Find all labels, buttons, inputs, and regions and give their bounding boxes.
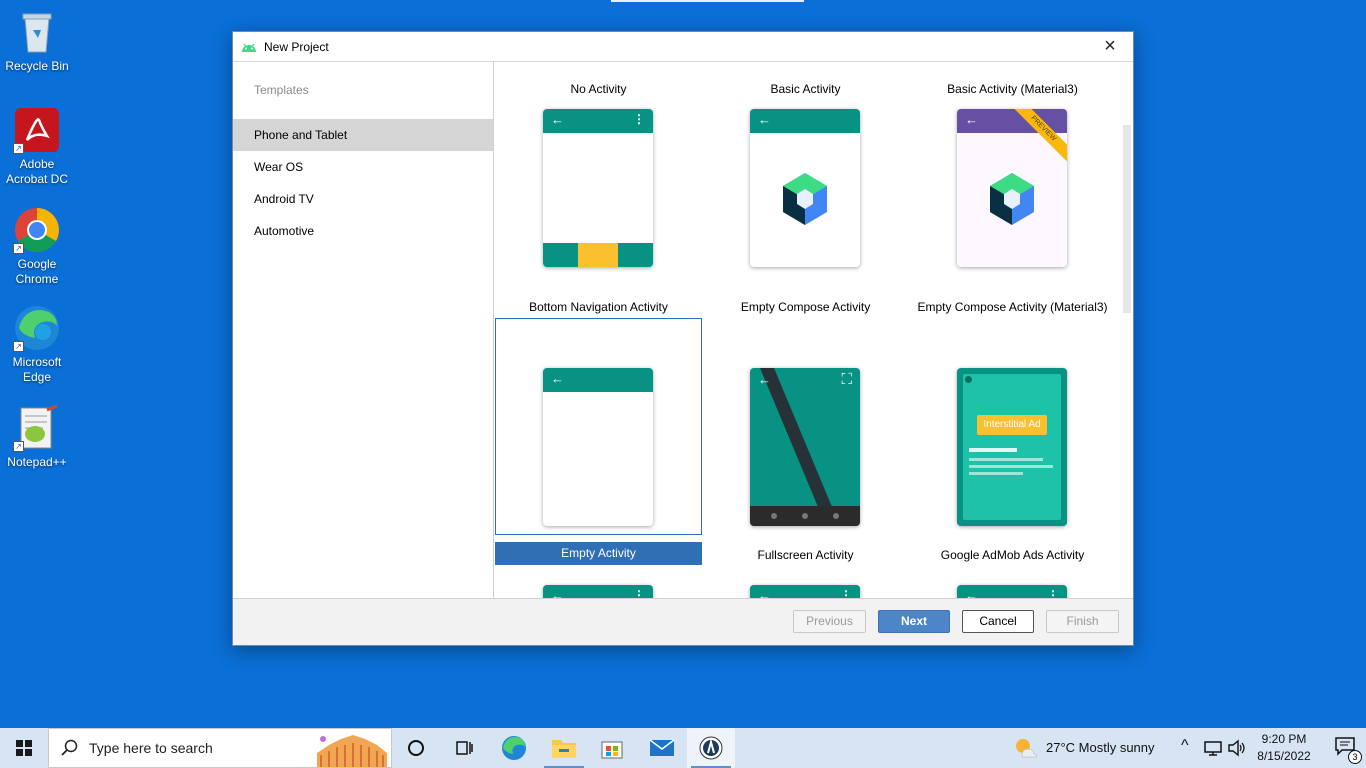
cortana-icon bbox=[408, 740, 424, 756]
notepad-plus-plus-icon: ↗ bbox=[13, 404, 61, 452]
template-preview: ← ⋮ bbox=[750, 585, 860, 599]
template-label[interactable]: Empty Compose Activity (Material3) bbox=[909, 300, 1116, 314]
start-button[interactable] bbox=[0, 728, 48, 768]
desktop-icon-label: Microsoft Edge bbox=[12, 355, 62, 384]
bottom-nav-bar bbox=[543, 243, 653, 267]
taskbar-mail[interactable] bbox=[638, 728, 686, 768]
taskbar-microsoft-store[interactable] bbox=[588, 728, 636, 768]
desktop-icon-microsoft-edge[interactable]: ↗ Microsoft Edge bbox=[2, 304, 72, 385]
task-view-button[interactable] bbox=[440, 728, 488, 768]
template-label[interactable]: Bottom Navigation Activity bbox=[495, 300, 702, 314]
gallery-scrollbar[interactable] bbox=[1123, 125, 1131, 313]
folder-icon bbox=[552, 740, 576, 758]
weather-icon[interactable] bbox=[1014, 737, 1038, 759]
template-preview: Interstitial Ad bbox=[957, 368, 1067, 526]
close-icon[interactable]: × bbox=[1101, 36, 1119, 56]
template-label: Basic Activity (Material3) bbox=[947, 82, 1078, 96]
new-project-dialog: New Project × Templates Phone and Tablet… bbox=[232, 31, 1134, 646]
desktop-icon-adobe-acrobat[interactable]: ↗ Adobe Acrobat DC bbox=[2, 106, 72, 187]
fullscreen-illustration bbox=[750, 368, 860, 526]
previous-button[interactable]: Previous bbox=[793, 610, 866, 633]
taskbar-file-explorer[interactable] bbox=[540, 728, 588, 768]
recycle-bin-icon bbox=[13, 8, 61, 56]
clock-time: 9:20 PM bbox=[1261, 732, 1307, 746]
finish-button[interactable]: Finish bbox=[1046, 610, 1119, 633]
template-gallery: No Activity ← ⋮ Basic Activity ← Basic Ac… bbox=[495, 62, 1133, 599]
desktop-icon-google-chrome[interactable]: ↗ Google Chrome bbox=[2, 206, 72, 287]
network-icon[interactable] bbox=[1203, 739, 1223, 757]
fullscreen-icon: ⛶ bbox=[841, 371, 852, 388]
sidebar-item-android-tv[interactable]: Android TV bbox=[233, 183, 493, 215]
desktop-icon-recycle-bin[interactable]: Recycle Bin bbox=[2, 8, 72, 74]
mail-icon bbox=[649, 739, 675, 756]
interstitial-ad-chip: Interstitial Ad bbox=[977, 415, 1047, 435]
taskbar: Type here to search 27°C Mostly sunny ^ … bbox=[0, 728, 1366, 768]
taskbar-edge[interactable] bbox=[490, 728, 538, 768]
desktop-icon-label: Recycle Bin bbox=[5, 59, 69, 73]
template-preview: ← bbox=[543, 368, 653, 526]
template-preview: ← ⋮ bbox=[543, 585, 653, 599]
search-highlight-image bbox=[313, 731, 389, 767]
sidebar-item-wear-os[interactable]: Wear OS bbox=[233, 151, 493, 183]
template-label: Basic Activity bbox=[770, 82, 841, 96]
android-studio-icon bbox=[699, 736, 723, 760]
back-arrow-icon: ← bbox=[551, 371, 564, 386]
template-preview: ← ⋮ bbox=[957, 585, 1067, 599]
overflow-menu-icon: ⋮ bbox=[633, 112, 645, 126]
cancel-button[interactable]: Cancel bbox=[962, 610, 1034, 633]
dialog-title: New Project bbox=[264, 39, 329, 54]
chevron-up-icon[interactable]: ^ bbox=[1181, 737, 1189, 755]
template-preview: ← ⛶ bbox=[750, 368, 860, 526]
acrobat-icon: ↗ bbox=[13, 106, 61, 154]
sidebar-item-automotive[interactable]: Automotive bbox=[233, 215, 493, 247]
notification-count-badge: 3 bbox=[1348, 750, 1362, 764]
template-preview: ← ⋮ bbox=[543, 109, 653, 267]
cortana-button[interactable] bbox=[392, 728, 440, 768]
search-icon bbox=[61, 739, 78, 756]
desktop-icon-label: Adobe Acrobat DC bbox=[5, 157, 69, 186]
windows-logo-icon bbox=[16, 740, 32, 756]
template-label[interactable]: Google AdMob Ads Activity bbox=[909, 548, 1116, 562]
compose-logo-icon bbox=[783, 173, 827, 225]
templates-sidebar: Templates Phone and Tablet Wear OS Andro… bbox=[233, 62, 494, 599]
window-strip bbox=[611, 0, 804, 2]
template-preview: ← bbox=[750, 109, 860, 267]
desktop-icon-label: Notepad++ bbox=[7, 455, 67, 469]
desktop-icon-label: Google Chrome bbox=[15, 257, 59, 286]
taskbar-android-studio[interactable] bbox=[687, 728, 735, 768]
store-icon bbox=[601, 741, 623, 759]
edge-icon: ↗ bbox=[13, 304, 61, 352]
template-label-selected[interactable]: Empty Activity bbox=[495, 542, 702, 565]
search-placeholder: Type here to search bbox=[89, 740, 213, 756]
template-preview: ← PREVIEW bbox=[957, 109, 1067, 267]
notification-center-button[interactable]: 3 bbox=[1334, 736, 1362, 764]
taskbar-search-box[interactable]: Type here to search bbox=[48, 728, 392, 768]
template-label: No Activity bbox=[570, 82, 627, 96]
sidebar-item-phone-and-tablet[interactable]: Phone and Tablet bbox=[233, 119, 493, 151]
dialog-titlebar: New Project bbox=[233, 32, 1133, 62]
templates-heading: Templates bbox=[254, 83, 309, 97]
back-arrow-icon: ← bbox=[551, 112, 564, 127]
template-empty-activity-preview[interactable]: ← bbox=[495, 318, 702, 535]
edge-icon bbox=[502, 736, 526, 760]
back-arrow-icon: ← bbox=[758, 112, 771, 127]
compose-logo-icon bbox=[990, 173, 1034, 225]
chrome-icon: ↗ bbox=[13, 206, 61, 254]
taskbar-clock[interactable]: 9:20 PM 8/15/2022 bbox=[1254, 731, 1314, 765]
template-label[interactable]: Empty Compose Activity bbox=[702, 300, 909, 314]
volume-icon[interactable] bbox=[1227, 739, 1247, 757]
weather-text[interactable]: 27°C Mostly sunny bbox=[1046, 740, 1155, 755]
template-label[interactable]: Fullscreen Activity bbox=[702, 548, 909, 562]
desktop-icon-notepad-plus-plus[interactable]: ↗ Notepad++ bbox=[2, 404, 72, 470]
task-view-icon bbox=[456, 741, 473, 755]
back-arrow-icon: ← bbox=[758, 372, 771, 387]
back-arrow-icon: ← bbox=[965, 112, 978, 127]
next-button[interactable]: Next bbox=[878, 610, 950, 633]
dialog-footer: Previous Next Cancel Finish bbox=[233, 598, 1133, 645]
clock-date: 8/15/2022 bbox=[1257, 749, 1311, 763]
android-icon bbox=[242, 43, 256, 52]
